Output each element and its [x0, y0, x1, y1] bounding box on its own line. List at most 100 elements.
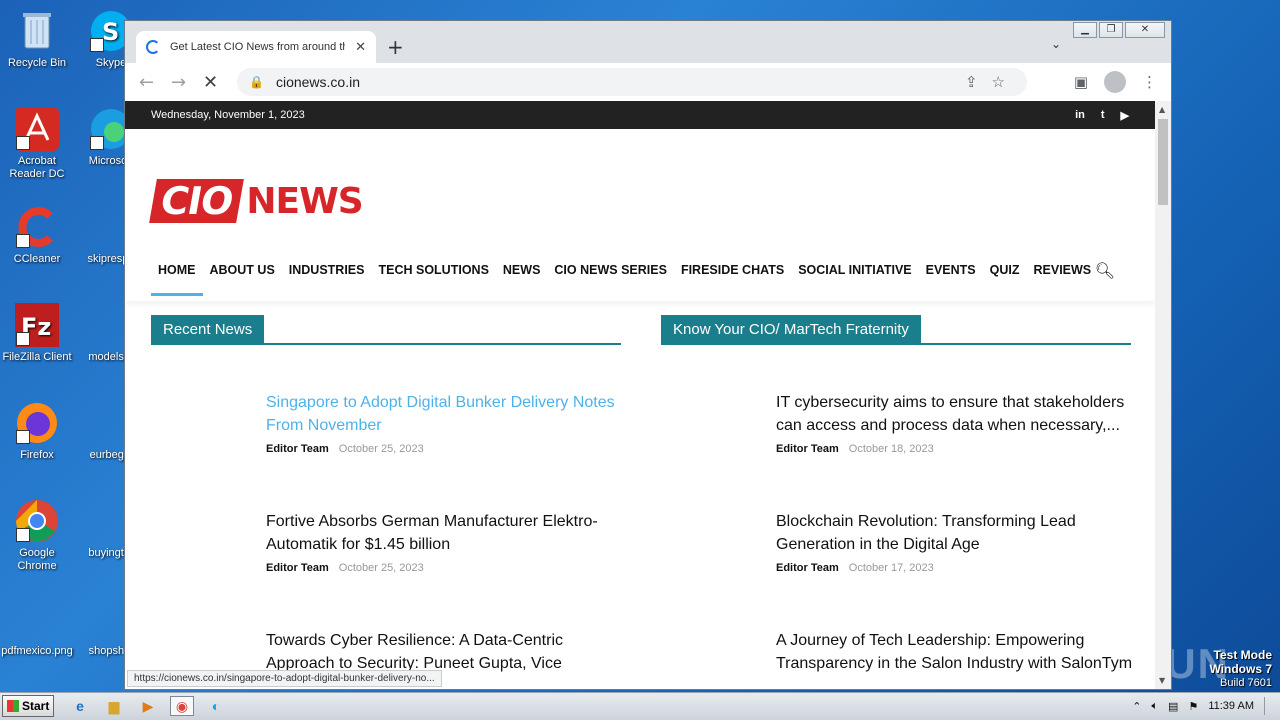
- chrome-taskbar-icon[interactable]: ◉: [170, 696, 194, 716]
- news-item[interactable]: Towards Cyber Resilience: A Data-Centric…: [266, 629, 626, 675]
- windows-flag-icon: [7, 700, 19, 712]
- edge-taskbar-icon[interactable]: ◐: [204, 696, 228, 716]
- news-author[interactable]: Editor Team: [266, 443, 329, 455]
- news-meta: Editor Team October 25, 2023: [266, 562, 626, 574]
- profile-avatar-icon[interactable]: [1104, 71, 1126, 93]
- scroll-thumb[interactable]: [1158, 119, 1168, 205]
- watermark-line3: Build 7601: [1220, 677, 1272, 689]
- forward-arrow-icon[interactable]: →: [171, 72, 186, 93]
- news-item[interactable]: Fortive Absorbs German Manufacturer Elek…: [266, 510, 626, 574]
- news-date: October 18, 2023: [848, 443, 934, 455]
- news-item[interactable]: Singapore to Adopt Digital Bunker Delive…: [266, 391, 626, 455]
- clock[interactable]: 11:39 AM: [1208, 700, 1254, 712]
- explorer-folder-icon[interactable]: ▆: [102, 696, 126, 716]
- page-viewport: Wednesday, November 1, 2023 in t ▶ CIO N…: [125, 101, 1155, 689]
- nav-news[interactable]: NEWS: [496, 257, 548, 296]
- tab-search-chevron-icon[interactable]: ⌄: [1051, 37, 1061, 51]
- desktop-pdfmexico[interactable]: pdfmexico.png: [0, 596, 74, 658]
- action-center-flag-icon[interactable]: ⚑: [1188, 700, 1198, 713]
- system-tray: ⌃ 🔈︎ ▤ ⚑ 11:39 AM: [1132, 697, 1274, 715]
- window-controls: ▁ ❐ ✕: [1073, 22, 1165, 38]
- desktop-chrome[interactable]: Google Chrome: [0, 498, 74, 573]
- recent-news-section: Recent News Singapore to Adopt Digital B…: [151, 315, 621, 672]
- youtube-icon[interactable]: ▶: [1121, 109, 1129, 122]
- bookmark-star-icon[interactable]: ☆: [992, 73, 1005, 91]
- browser-tab[interactable]: Get Latest CIO News from around the ✕: [136, 31, 376, 63]
- filezilla-icon: Fz: [14, 302, 60, 348]
- tab-close-icon[interactable]: ✕: [355, 39, 366, 55]
- news-meta: Editor Team October 18, 2023: [776, 443, 1136, 455]
- firefox-icon: [14, 400, 60, 446]
- news-title[interactable]: Blockchain Revolution: Transforming Lead…: [776, 510, 1136, 556]
- nav-cio-news-series[interactable]: CIO NEWS SERIES: [547, 257, 674, 296]
- news-meta: Editor Team October 25, 2023: [266, 443, 626, 455]
- ccleaner-icon: [14, 204, 60, 250]
- news-date: October 25, 2023: [338, 443, 424, 455]
- logo-news: NEWS: [246, 180, 363, 222]
- news-author[interactable]: Editor Team: [776, 562, 839, 574]
- news-title[interactable]: A Journey of Tech Leadership: Empowering…: [776, 629, 1136, 675]
- tray-expand-icon[interactable]: ⌃: [1132, 700, 1141, 713]
- nav-about-us[interactable]: ABOUT US: [203, 257, 282, 296]
- nav-home[interactable]: HOME: [151, 257, 203, 296]
- share-icon[interactable]: ⇪: [965, 73, 978, 91]
- news-meta: Editor Team October 17, 2023: [776, 562, 1136, 574]
- start-button[interactable]: Start: [2, 695, 54, 717]
- media-player-icon[interactable]: ▶: [136, 696, 160, 716]
- main-navigation: HOME ABOUT US INDUSTRIES TECH SOLUTIONS …: [151, 257, 1098, 296]
- nav-fireside-chats[interactable]: FIRESIDE CHATS: [674, 257, 791, 296]
- maximize-icon[interactable]: ❐: [1099, 22, 1123, 38]
- know-your-cio-heading: Know Your CIO/ MarTech Fraternity: [661, 315, 921, 345]
- watermark-line2: Windows 7: [1209, 662, 1272, 676]
- news-title[interactable]: Towards Cyber Resilience: A Data-Centric…: [266, 629, 626, 675]
- minimize-icon[interactable]: ▁: [1073, 22, 1097, 38]
- news-title[interactable]: Singapore to Adopt Digital Bunker Delive…: [266, 391, 626, 437]
- tab-title: Get Latest CIO News from around the: [170, 41, 345, 53]
- svg-text:Fz: Fz: [21, 313, 51, 341]
- volume-icon[interactable]: 🔈︎: [1151, 700, 1158, 713]
- desktop-recycle-bin[interactable]: Recycle Bin: [0, 8, 74, 70]
- show-desktop-icon[interactable]: [1264, 697, 1274, 715]
- nav-quiz[interactable]: QUIZ: [983, 257, 1027, 296]
- news-item[interactable]: Blockchain Revolution: Transforming Lead…: [776, 510, 1136, 574]
- recent-news-heading: Recent News: [151, 315, 265, 345]
- scroll-down-icon[interactable]: ▼: [1159, 676, 1165, 685]
- loading-spinner-icon: [146, 40, 160, 54]
- watermark-line1: Test Mode: [1213, 648, 1272, 662]
- news-item[interactable]: A Journey of Tech Leadership: Empowering…: [776, 629, 1136, 675]
- new-tab-icon[interactable]: +: [387, 35, 404, 59]
- back-arrow-icon[interactable]: ←: [139, 72, 154, 93]
- nav-industries[interactable]: INDUSTRIES: [282, 257, 372, 296]
- twitter-icon[interactable]: t: [1101, 109, 1105, 122]
- nav-reviews[interactable]: REVIEWS: [1027, 257, 1099, 296]
- recycle-bin-icon: [14, 8, 60, 54]
- svg-text:S: S: [102, 18, 119, 46]
- social-links: in t ▶: [1075, 109, 1129, 122]
- news-author[interactable]: Editor Team: [776, 443, 839, 455]
- menu-kebab-icon[interactable]: ⋮: [1142, 73, 1157, 91]
- nav-events[interactable]: EVENTS: [919, 257, 983, 296]
- nav-tech-solutions[interactable]: TECH SOLUTIONS: [371, 257, 495, 296]
- close-icon[interactable]: ✕: [1125, 22, 1165, 38]
- news-title[interactable]: Fortive Absorbs German Manufacturer Elek…: [266, 510, 626, 556]
- ie-icon[interactable]: e: [68, 696, 92, 716]
- news-author[interactable]: Editor Team: [266, 562, 329, 574]
- desktop-ccleaner[interactable]: CCleaner: [0, 204, 74, 266]
- site-topbar: Wednesday, November 1, 2023 in t ▶: [125, 101, 1155, 129]
- desktop-acrobat[interactable]: Acrobat Reader DC: [0, 106, 74, 181]
- network-icon[interactable]: ▤: [1168, 700, 1178, 713]
- desktop-filezilla[interactable]: Fz FileZilla Client: [0, 302, 74, 364]
- nav-social-initiative[interactable]: SOCIAL INITIATIVE: [791, 257, 918, 296]
- search-icon[interactable]: 🔍︎: [1095, 261, 1115, 281]
- news-title[interactable]: IT cybersecurity aims to ensure that sta…: [776, 391, 1136, 437]
- site-logo[interactable]: CIO NEWS: [149, 179, 364, 223]
- scroll-up-icon[interactable]: ▲: [1159, 105, 1165, 114]
- stop-loading-icon[interactable]: ✕: [203, 72, 218, 93]
- side-panel-icon[interactable]: ▣: [1074, 73, 1088, 91]
- desktop-firefox[interactable]: Firefox: [0, 400, 74, 462]
- address-bar[interactable]: 🔒 cionews.co.in ⇪ ☆: [237, 68, 1027, 96]
- taskbar-pinned: e ▆ ▶ ◉ ◐: [68, 696, 228, 716]
- linkedin-icon[interactable]: in: [1075, 109, 1085, 122]
- news-item[interactable]: IT cybersecurity aims to ensure that sta…: [776, 391, 1136, 455]
- page-scrollbar[interactable]: ▲ ▼: [1155, 101, 1171, 689]
